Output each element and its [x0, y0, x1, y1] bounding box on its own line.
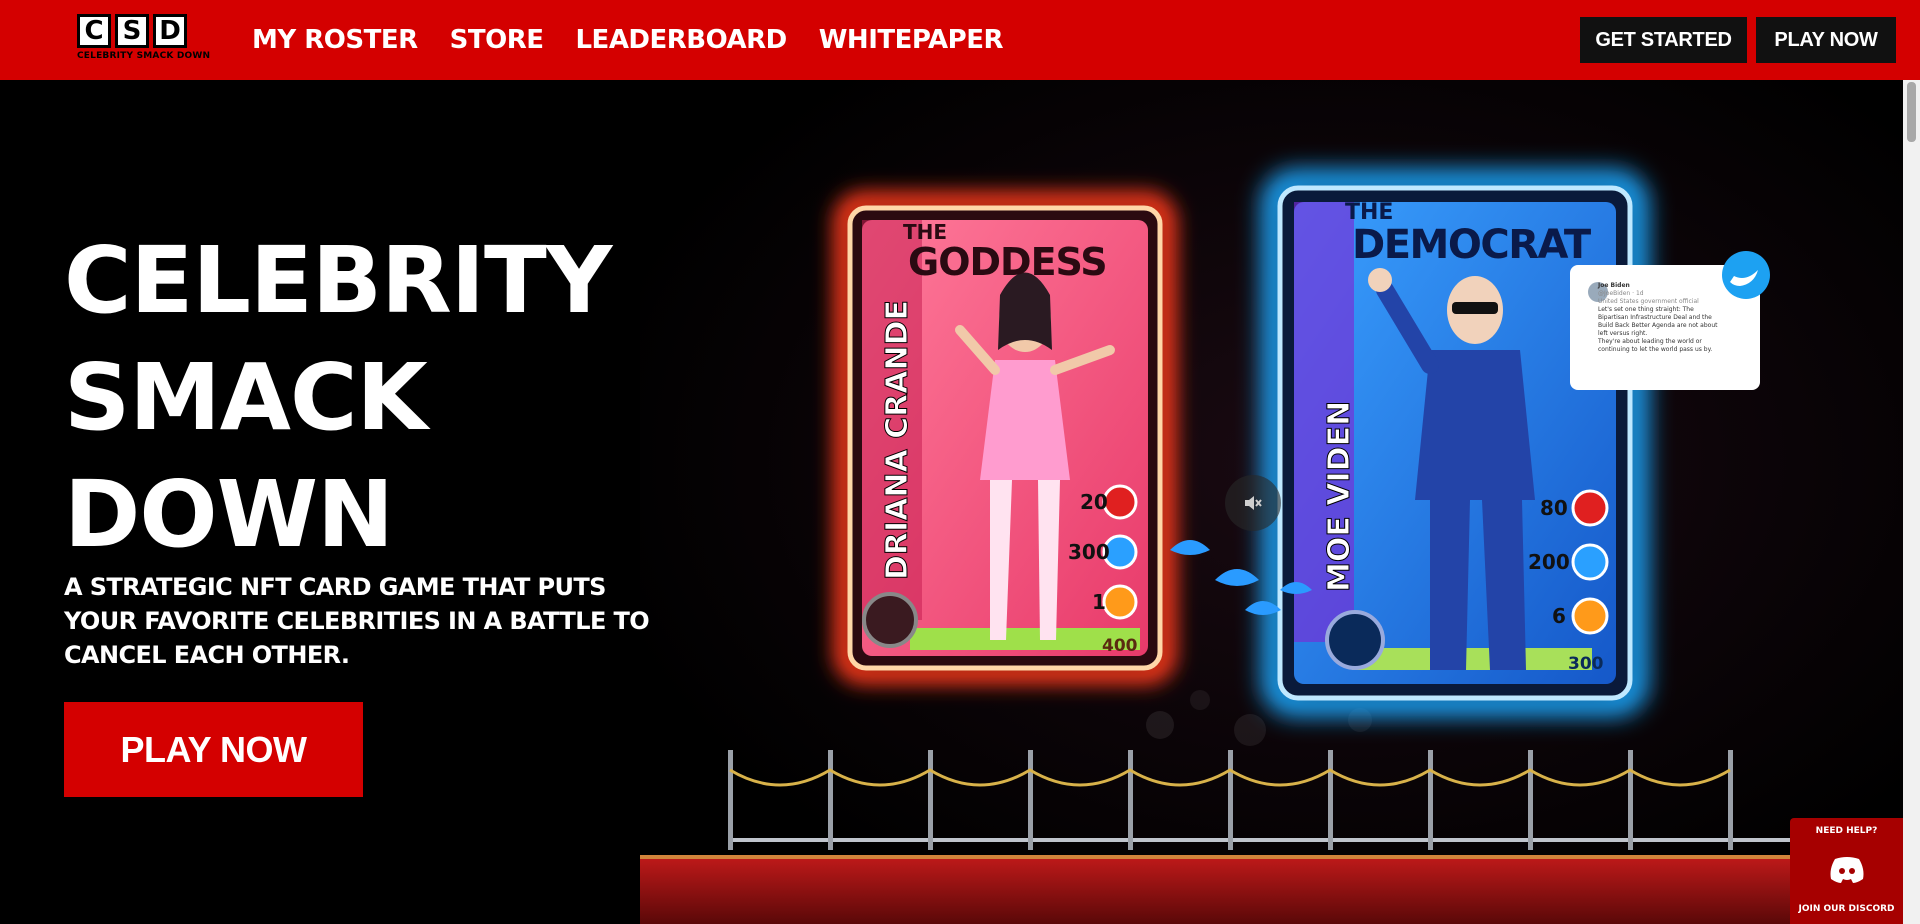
mute-button[interactable]: [1225, 475, 1281, 531]
nav-my-roster[interactable]: MY ROSTER: [252, 25, 418, 55]
democrat-stat-defense: 200: [1528, 550, 1570, 574]
goddess-title: GODDESS: [908, 240, 1108, 284]
nav-store[interactable]: STORE: [450, 25, 544, 55]
tweet-line-4: left versus right.: [1598, 330, 1648, 337]
democrat-score: 300: [1568, 654, 1604, 674]
main-nav: MY ROSTER STORE LEADERBOARD WHITEPAPER: [252, 0, 1004, 80]
goddess-score: 400: [1102, 636, 1138, 656]
tweet-author: Joe Biden: [1598, 282, 1630, 289]
get-started-button[interactable]: GET STARTED: [1580, 17, 1747, 63]
logo-letters: C S D: [77, 14, 193, 48]
goddess-stat-attack: 20: [1080, 490, 1108, 514]
discord-icon: [1830, 857, 1863, 883]
hero-title: CELEBRITY SMACK DOWN: [64, 222, 684, 573]
hero-play-now-button[interactable]: PLAY NOW: [64, 702, 363, 797]
discord-need-help: NEED HELP?: [1815, 826, 1878, 836]
democrat-name: MOE VIDEN: [1322, 400, 1358, 592]
tweet-text: Joe Biden @JoeBiden · 1d United States g…: [1598, 282, 1758, 354]
nav-leaderboard[interactable]: LEADERBOARD: [575, 25, 787, 55]
democrat-stat-attack: 80: [1540, 496, 1568, 520]
hero-title-line-3: DOWN: [64, 461, 394, 568]
red-carpet: [640, 855, 1903, 924]
page-scrollbar[interactable]: [1903, 80, 1920, 924]
mute-icon: [1245, 496, 1262, 510]
goddess-stat-signal: 1: [1092, 590, 1106, 614]
logo-letter-s: S: [115, 14, 149, 48]
hero-title-line-1: CELEBRITY: [64, 227, 612, 334]
democrat-stat-signal: 6: [1552, 604, 1566, 628]
tweet-line-6: continuing to let the world pass us by.: [1598, 346, 1713, 353]
tweet-handle: @JoeBiden · 1d: [1598, 290, 1644, 297]
tweet-line-3: Build Back Better Agenda are not about: [1598, 322, 1718, 329]
nav-whitepaper[interactable]: WHITEPAPER: [819, 25, 1004, 55]
csd-logo[interactable]: C S D CELEBRITY SMACK DOWN: [77, 14, 211, 66]
tweet-line-5: They're about leading the world or: [1598, 338, 1702, 345]
tweet-line-2: Bipartisan Infrastructure Deal and the: [1598, 314, 1712, 321]
discord-join-text: JOIN OUR DISCORD: [1798, 904, 1895, 914]
discord-help-widget[interactable]: NEED HELP? JOIN OUR DISCORD: [1790, 818, 1903, 924]
page: C S D CELEBRITY SMACK DOWN MY ROSTER STO…: [0, 0, 1920, 924]
logo-caption: CELEBRITY SMACK DOWN: [77, 51, 211, 61]
goddess-name: DRIANA CRANDE: [880, 300, 916, 581]
democrat-title: DEMOCRAT: [1352, 222, 1591, 268]
site-header: C S D CELEBRITY SMACK DOWN MY ROSTER STO…: [0, 0, 1920, 80]
tweet-line-1: Let's set one thing straight: The: [1598, 306, 1694, 313]
logo-letter-c: C: [77, 14, 111, 48]
logo-letter-d: D: [153, 14, 187, 48]
header-play-now-button[interactable]: PLAY NOW: [1756, 17, 1896, 63]
hero-title-line-2: SMACK: [64, 344, 428, 451]
scrollbar-thumb[interactable]: [1907, 82, 1916, 142]
goddess-stat-defense: 300: [1068, 540, 1110, 564]
tweet-official: United States government official: [1598, 298, 1699, 305]
hero-subtitle: A STRATEGIC NFT CARD GAME THAT PUTS YOUR…: [64, 573, 650, 669]
